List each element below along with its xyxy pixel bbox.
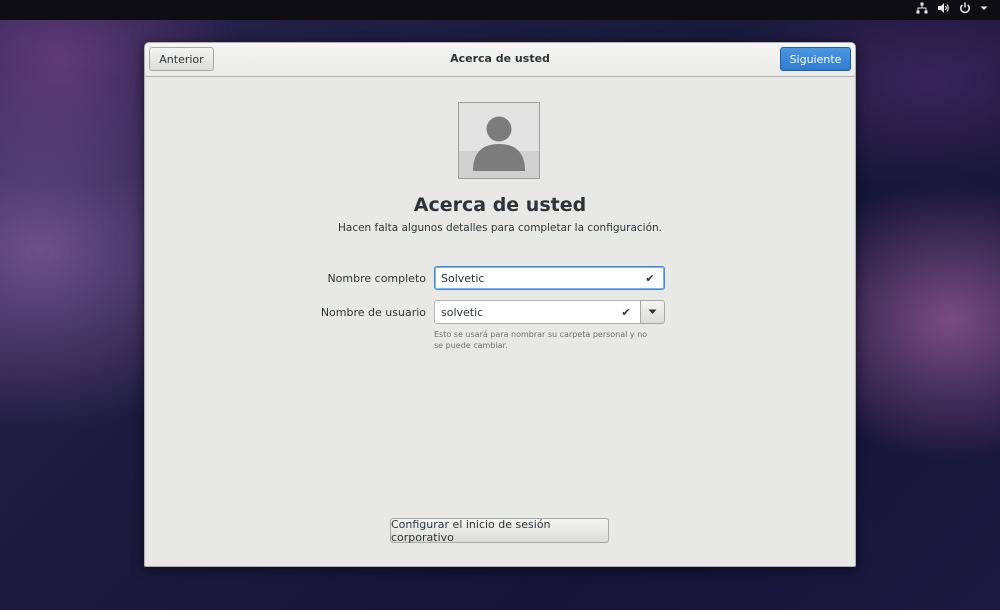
setup-window: Anterior Acerca de usted Siguiente Acerc…: [144, 42, 856, 567]
check-icon: ✔: [645, 271, 655, 285]
top-bar: [0, 0, 1000, 20]
page-subtitle: Hacen falta algunos detalles para comple…: [337, 222, 663, 234]
fullname-label: Nombre completo: [327, 272, 426, 285]
next-button[interactable]: Siguiente: [780, 47, 851, 71]
user-avatar-icon: [459, 103, 539, 178]
check-icon: ✔: [621, 305, 631, 319]
username-hint: Esto se usará para nombrar su carpeta pe…: [434, 330, 648, 350]
window-title: Acerca de usted: [450, 52, 550, 65]
fullname-value: Solvetic: [441, 271, 485, 285]
network-icon: [916, 2, 928, 14]
username-dropdown-button[interactable]: [640, 300, 665, 324]
header-bar: Anterior Acerca de usted Siguiente: [145, 43, 855, 77]
page-heading: Acerca de usted: [413, 194, 587, 216]
enterprise-login-button[interactable]: Configurar el inicio de sesión corporati…: [390, 518, 609, 544]
chevron-down-icon: [648, 309, 657, 314]
fullname-field[interactable]: Solvetic ✔: [434, 266, 665, 290]
avatar-button[interactable]: [458, 102, 540, 179]
power-icon: [960, 2, 970, 14]
username-label: Nombre de usuario: [320, 306, 426, 319]
volume-icon: [938, 3, 949, 13]
username-value: solvetic: [441, 305, 484, 319]
chevron-down-icon: [980, 6, 988, 10]
system-status-area[interactable]: [916, 2, 988, 14]
username-field[interactable]: solvetic ✔: [434, 300, 641, 324]
